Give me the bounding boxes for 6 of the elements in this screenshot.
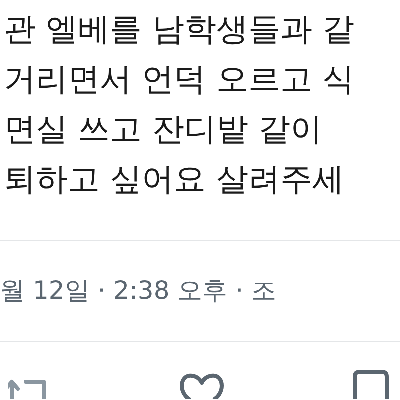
tweet-text-line: 관 엘베를 남학생들과 같	[4, 9, 356, 50]
tweet-text-line: 퇴하고 싶어요 살려주세	[4, 159, 346, 200]
share-icon[interactable]	[352, 369, 390, 399]
tweet-timestamp: 월 12일 · 2:38 오후 · 조	[0, 275, 278, 307]
tweet-text-line: 면실 쓰고 잔디밭 같이	[4, 109, 324, 150]
tweet-text-line: 거리면서 언덕 오르고 식	[4, 59, 356, 100]
